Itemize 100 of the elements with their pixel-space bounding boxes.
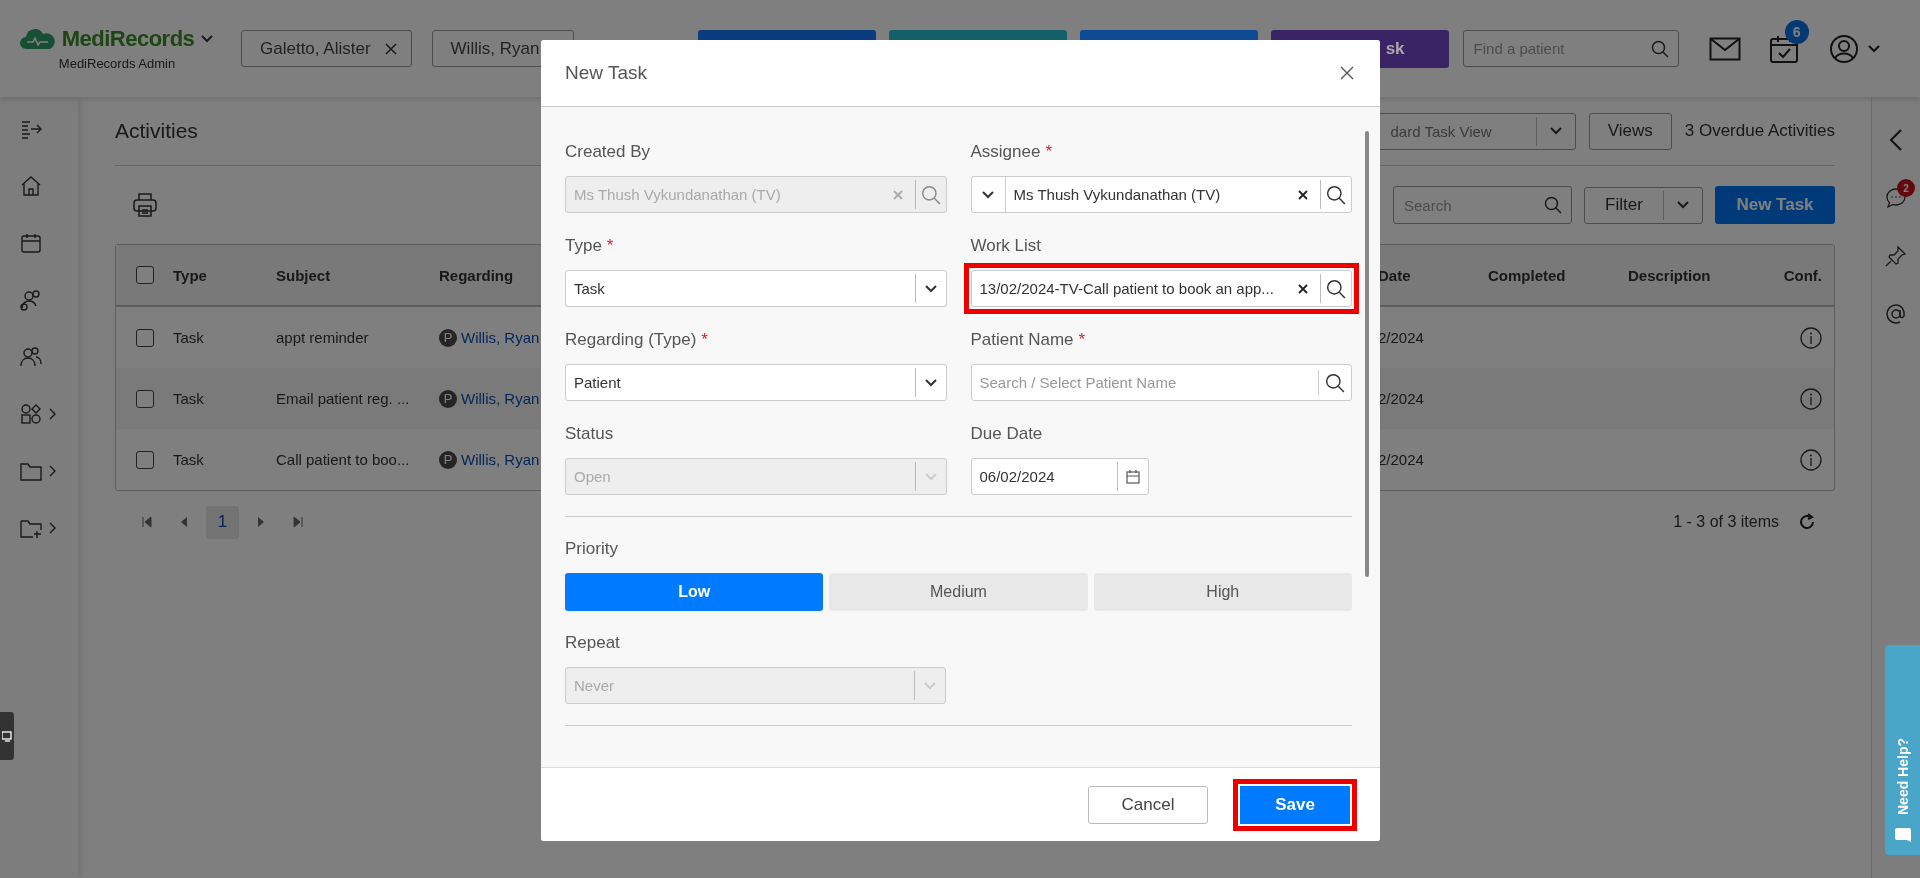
calendar-icon[interactable] [19, 231, 43, 255]
patient-link[interactable]: Willis, Ryan [461, 390, 540, 407]
chevron-right-icon[interactable] [49, 408, 57, 420]
dropdown-field[interactable]: Patient [565, 364, 947, 401]
chat-bubble-icon [1893, 827, 1912, 845]
field-label: Regarding (Type) [565, 330, 697, 351]
chevron-right-icon[interactable] [49, 522, 57, 534]
lookup-field[interactable]: Search / Select Patient Name [970, 364, 1352, 401]
patient-name[interactable]: Willis, Ryan [450, 38, 540, 59]
apps-icon[interactable] [19, 402, 43, 426]
new-task-button[interactable]: New Task [1715, 186, 1835, 224]
search-icon[interactable] [1326, 184, 1346, 205]
notification-badge: 6 [1784, 19, 1809, 44]
close-icon[interactable] [1340, 66, 1354, 80]
field-label: Repeat [565, 633, 620, 654]
patient-name[interactable]: Galetto, Alister [260, 38, 371, 59]
field-label: Assignee [970, 142, 1041, 163]
required-mark: * [606, 236, 614, 257]
lookup-field[interactable]: Ms Thush Vykundanathan (TV) [970, 176, 1352, 213]
app-logo[interactable]: MediRecords [61, 26, 195, 52]
priority-option[interactable]: Medium [829, 573, 1088, 611]
close-icon[interactable] [384, 42, 397, 55]
mail-icon[interactable] [1708, 36, 1741, 61]
table-cell-text: 2/2024 [1378, 390, 1425, 407]
priority-option[interactable]: High [1093, 573, 1352, 611]
dropdown-field[interactable]: Task [565, 270, 947, 307]
table-cell-text: 2/2024 [1378, 451, 1425, 468]
chevron-down-icon[interactable] [981, 189, 995, 200]
date-field[interactable]: 06/02/2024 [970, 458, 1149, 495]
field-label: Patient Name [970, 330, 1074, 351]
table-cell-text: Email patient reg. ... [276, 390, 411, 407]
first-page-icon[interactable] [142, 517, 152, 527]
page-title: Activities [115, 119, 198, 143]
contacts-icon[interactable] [19, 288, 43, 312]
column-header[interactable]: Subject [276, 266, 439, 284]
home-icon[interactable] [19, 174, 43, 198]
save-button[interactable]: Save [1240, 785, 1350, 824]
scrollbar[interactable] [1365, 131, 1369, 577]
field-label: Status [565, 424, 614, 445]
pagination-summary: 1 - 3 of 3 items [1673, 513, 1779, 531]
field-label: Created By [565, 142, 651, 163]
patient-link[interactable]: Willis, Ryan [461, 451, 540, 468]
calendar-icon[interactable] [1125, 469, 1140, 484]
user-avatar-icon[interactable] [1828, 33, 1859, 64]
chat-badge: 2 [1897, 179, 1915, 197]
table-cell-text: Task [173, 329, 205, 346]
required-mark: * [1045, 142, 1053, 163]
required-mark: * [701, 330, 708, 351]
last-page-icon[interactable] [293, 517, 303, 527]
chevron-left-icon[interactable] [1889, 129, 1903, 151]
table-cell-text: Task [173, 451, 205, 468]
side-tab[interactable] [0, 712, 14, 760]
chevron-down-icon[interactable] [923, 377, 938, 388]
patient-tab[interactable]: Galetto, Alister [241, 30, 412, 67]
select-all-checkbox[interactable] [135, 266, 154, 284]
chevron-right-icon[interactable] [49, 465, 57, 477]
field-label: Work List [970, 236, 1042, 257]
field-label: Due Date [970, 424, 1043, 445]
monitor-icon[interactable] [2, 730, 12, 742]
account-name: MediRecords Admin [58, 56, 176, 71]
patient-badge: P [439, 450, 457, 469]
column-header[interactable]: Completed [1488, 266, 1628, 284]
at-sign-icon[interactable] [1885, 303, 1907, 325]
table-cell-text: 2/2024 [1378, 329, 1425, 346]
field-label: Type [565, 236, 602, 257]
row-checkbox[interactable] [135, 450, 154, 469]
page-number-button[interactable]: 1 [206, 505, 239, 539]
cloud-logo-icon [19, 27, 56, 51]
table-cell-text: Task [173, 390, 205, 407]
required-mark: * [1078, 330, 1086, 351]
patient-badge: P [439, 389, 457, 408]
cancel-button[interactable]: Cancel [1088, 785, 1208, 824]
table-cell-text: Call patient to boo... [276, 451, 411, 468]
help-tab[interactable]: Need Help? [1885, 645, 1920, 855]
row-checkbox[interactable] [135, 328, 154, 347]
table-cell-text: appt reminder [276, 329, 370, 346]
clear-icon[interactable] [1298, 283, 1308, 294]
views-button[interactable]: Views [1588, 112, 1672, 150]
info-icon[interactable] [1800, 448, 1822, 471]
patient-badge: P [439, 328, 457, 347]
search-icon[interactable] [1326, 278, 1346, 299]
info-icon[interactable] [1800, 387, 1822, 410]
refresh-icon[interactable] [1797, 512, 1817, 532]
people-icon[interactable] [19, 345, 43, 369]
search-icon[interactable] [1325, 372, 1345, 393]
pin-icon[interactable] [1885, 245, 1907, 267]
clear-icon[interactable] [1298, 189, 1308, 200]
field-label: Priority [565, 539, 618, 560]
chevron-down-icon[interactable] [923, 283, 938, 294]
priority-option[interactable]: Low [565, 573, 824, 611]
filter-button[interactable]: Filter [1584, 186, 1703, 224]
next-page-icon[interactable] [257, 517, 265, 527]
column-header[interactable]: Type [173, 266, 276, 284]
lookup-field[interactable]: 13/02/2024-TV-Call patient to book an app... [970, 270, 1352, 307]
info-icon[interactable] [1800, 326, 1822, 349]
previous-page-icon[interactable] [180, 517, 188, 527]
overdue-count: 3 Overdue Activities [1684, 121, 1835, 141]
row-checkbox[interactable] [135, 389, 154, 408]
printer-icon[interactable] [133, 192, 157, 218]
patient-link[interactable]: Willis, Ryan [461, 329, 540, 346]
